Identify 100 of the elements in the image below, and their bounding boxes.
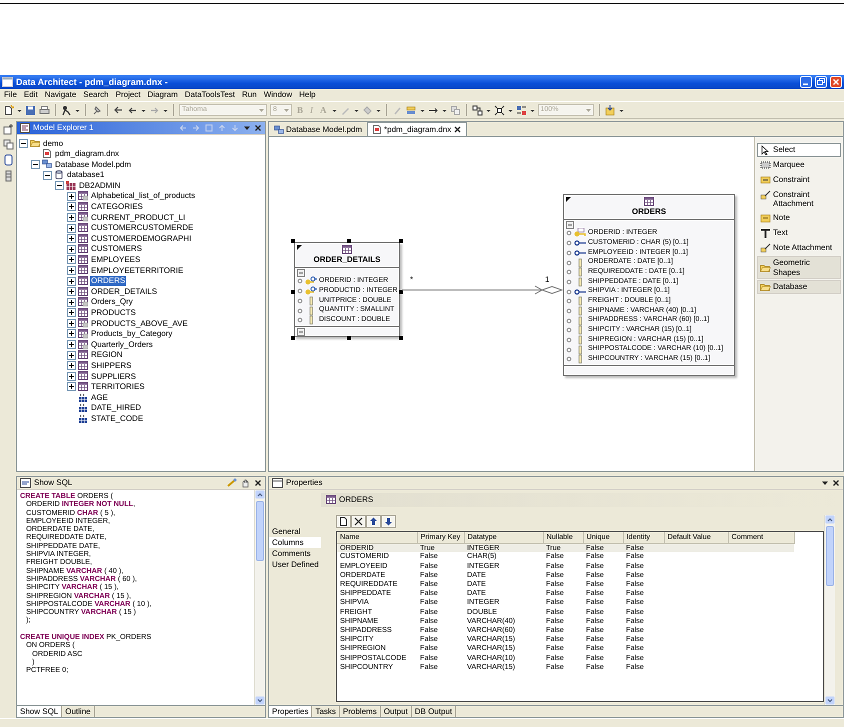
tree-item[interactable]: CUSTOMERDEMOGRAPHI (90, 234, 192, 244)
scroll-up-icon[interactable] (825, 515, 835, 524)
scrollbar[interactable] (824, 515, 835, 705)
close-icon[interactable] (254, 478, 262, 488)
palette-tool[interactable]: Constraint Attachment (757, 188, 841, 210)
tree-item[interactable]: DATE_HIRED (90, 403, 142, 413)
perspective-icon[interactable] (2, 124, 14, 135)
scroll-down-icon[interactable] (825, 696, 835, 705)
close-icon[interactable] (254, 123, 262, 133)
tree-item[interactable]: database1 (66, 170, 106, 180)
tab[interactable]: Output (380, 706, 412, 717)
import-icon[interactable] (604, 104, 616, 116)
expander-icon[interactable] (67, 244, 76, 254)
palette-tool[interactable]: Note Attachment (757, 241, 841, 256)
tab[interactable]: Outline (62, 706, 95, 717)
tree-item[interactable]: PRODUCTS (90, 308, 137, 318)
tree-item[interactable]: AGE (90, 392, 109, 402)
move-down-button[interactable] (381, 515, 396, 528)
close-button[interactable] (830, 76, 842, 88)
expander-icon[interactable] (67, 266, 76, 275)
tab[interactable]: Tasks (312, 706, 340, 717)
tree-item[interactable]: pdm_diagram.dnx (54, 149, 120, 159)
scroll-down-icon[interactable] (255, 696, 265, 705)
tree-item[interactable]: TERRITORIES (90, 382, 146, 392)
expander-icon[interactable] (67, 276, 76, 286)
layout-icon[interactable] (494, 104, 505, 116)
menu-item[interactable]: Diagram (148, 90, 178, 100)
resize-handle[interactable] (347, 239, 351, 243)
tab[interactable]: DB Output (412, 706, 456, 717)
expander-icon[interactable] (31, 160, 40, 169)
scroll-up-icon[interactable] (255, 490, 265, 499)
back-history-icon[interactable] (113, 104, 124, 116)
tree-item[interactable]: Products_by_Category (90, 329, 174, 339)
section-tab[interactable]: User Defined (269, 559, 321, 570)
menu-item[interactable]: Search (83, 90, 109, 100)
expander-icon[interactable] (67, 224, 76, 233)
palette-tool[interactable]: Text (757, 226, 841, 240)
database-view-icon[interactable] (4, 154, 12, 166)
close-icon[interactable] (453, 125, 462, 134)
tree-item[interactable]: Orders_Qry (90, 297, 134, 307)
tab[interactable]: Show SQL (17, 706, 62, 717)
run-icon[interactable] (61, 104, 72, 116)
expander-icon[interactable] (67, 318, 76, 328)
expander-icon[interactable] (67, 212, 76, 222)
view-toggle-icon[interactable] (2, 139, 14, 150)
relationship-line[interactable] (402, 286, 563, 294)
palette-drawer[interactable]: Database (757, 280, 841, 294)
collapse-icon[interactable] (297, 268, 305, 277)
tree-item[interactable]: Quarterly_Orders (90, 340, 154, 350)
resize-handle[interactable] (291, 239, 295, 243)
restore-button[interactable] (815, 76, 827, 88)
resize-handle[interactable] (399, 239, 403, 243)
expander-icon[interactable] (67, 287, 76, 296)
move-up-button[interactable] (366, 515, 381, 528)
expander-icon[interactable] (67, 192, 76, 201)
tree-item[interactable]: SUPPLIERS (90, 372, 137, 382)
menu-item[interactable]: DataToolsTest (184, 90, 236, 100)
connect-icon[interactable] (226, 478, 237, 488)
menu-item[interactable]: Project (116, 90, 141, 100)
collapse-icon[interactable] (297, 328, 305, 336)
tree-item[interactable]: ORDER_DETAILS (90, 286, 158, 296)
delete-column-button[interactable] (351, 515, 366, 528)
tree-item[interactable]: ORDERS (90, 276, 126, 286)
expander-icon[interactable] (67, 329, 76, 338)
expander-icon[interactable] (67, 298, 76, 307)
menu-item[interactable]: Edit (24, 90, 38, 100)
section-tab[interactable]: Comments (269, 548, 321, 559)
tree-item[interactable]: CATEGORIES (90, 202, 144, 212)
menu-item[interactable]: Window (264, 90, 292, 100)
expander-icon[interactable] (55, 181, 64, 190)
save-icon[interactable] (25, 104, 36, 116)
resize-handle[interactable] (399, 336, 403, 340)
close-icon[interactable] (832, 478, 840, 488)
tree-item[interactable]: CURRENT_PRODUCT_LI (90, 212, 186, 222)
scroll-thumb[interactable] (256, 501, 264, 561)
section-tab[interactable]: General (269, 526, 321, 537)
resize-handle[interactable] (291, 290, 295, 294)
tree-item[interactable]: SHIPPERS (90, 360, 132, 371)
resize-handle[interactable] (399, 290, 403, 294)
scrollbar[interactable] (254, 490, 265, 705)
palette-tool[interactable]: Constraint (757, 173, 841, 187)
expander-icon[interactable] (67, 234, 76, 244)
tree-item[interactable]: Alphabetical_list_of_products (90, 191, 196, 202)
expander-icon[interactable] (43, 170, 52, 180)
tree-item[interactable]: EMPLOYEETERRITORIE (90, 266, 184, 276)
menu-item[interactable]: Navigate (44, 90, 76, 100)
back-icon[interactable] (127, 104, 138, 116)
collapse-icon[interactable] (566, 220, 574, 229)
minimize-button[interactable] (800, 76, 812, 88)
tree-item[interactable]: EMPLOYEES (90, 255, 142, 265)
expander-icon[interactable] (67, 255, 76, 264)
editor-tab[interactable]: *pdm_diagram.dnx (367, 122, 468, 136)
menu-item[interactable]: File (4, 90, 17, 100)
new-file-icon[interactable] (3, 104, 14, 116)
grid-icon[interactable] (516, 104, 527, 116)
expander-icon[interactable] (67, 372, 76, 381)
tree-item[interactable]: STATE_CODE (90, 414, 144, 424)
expander-icon[interactable] (67, 202, 76, 212)
menu-item[interactable]: Run (242, 90, 257, 100)
palette-tool[interactable]: Marquee (757, 158, 841, 172)
